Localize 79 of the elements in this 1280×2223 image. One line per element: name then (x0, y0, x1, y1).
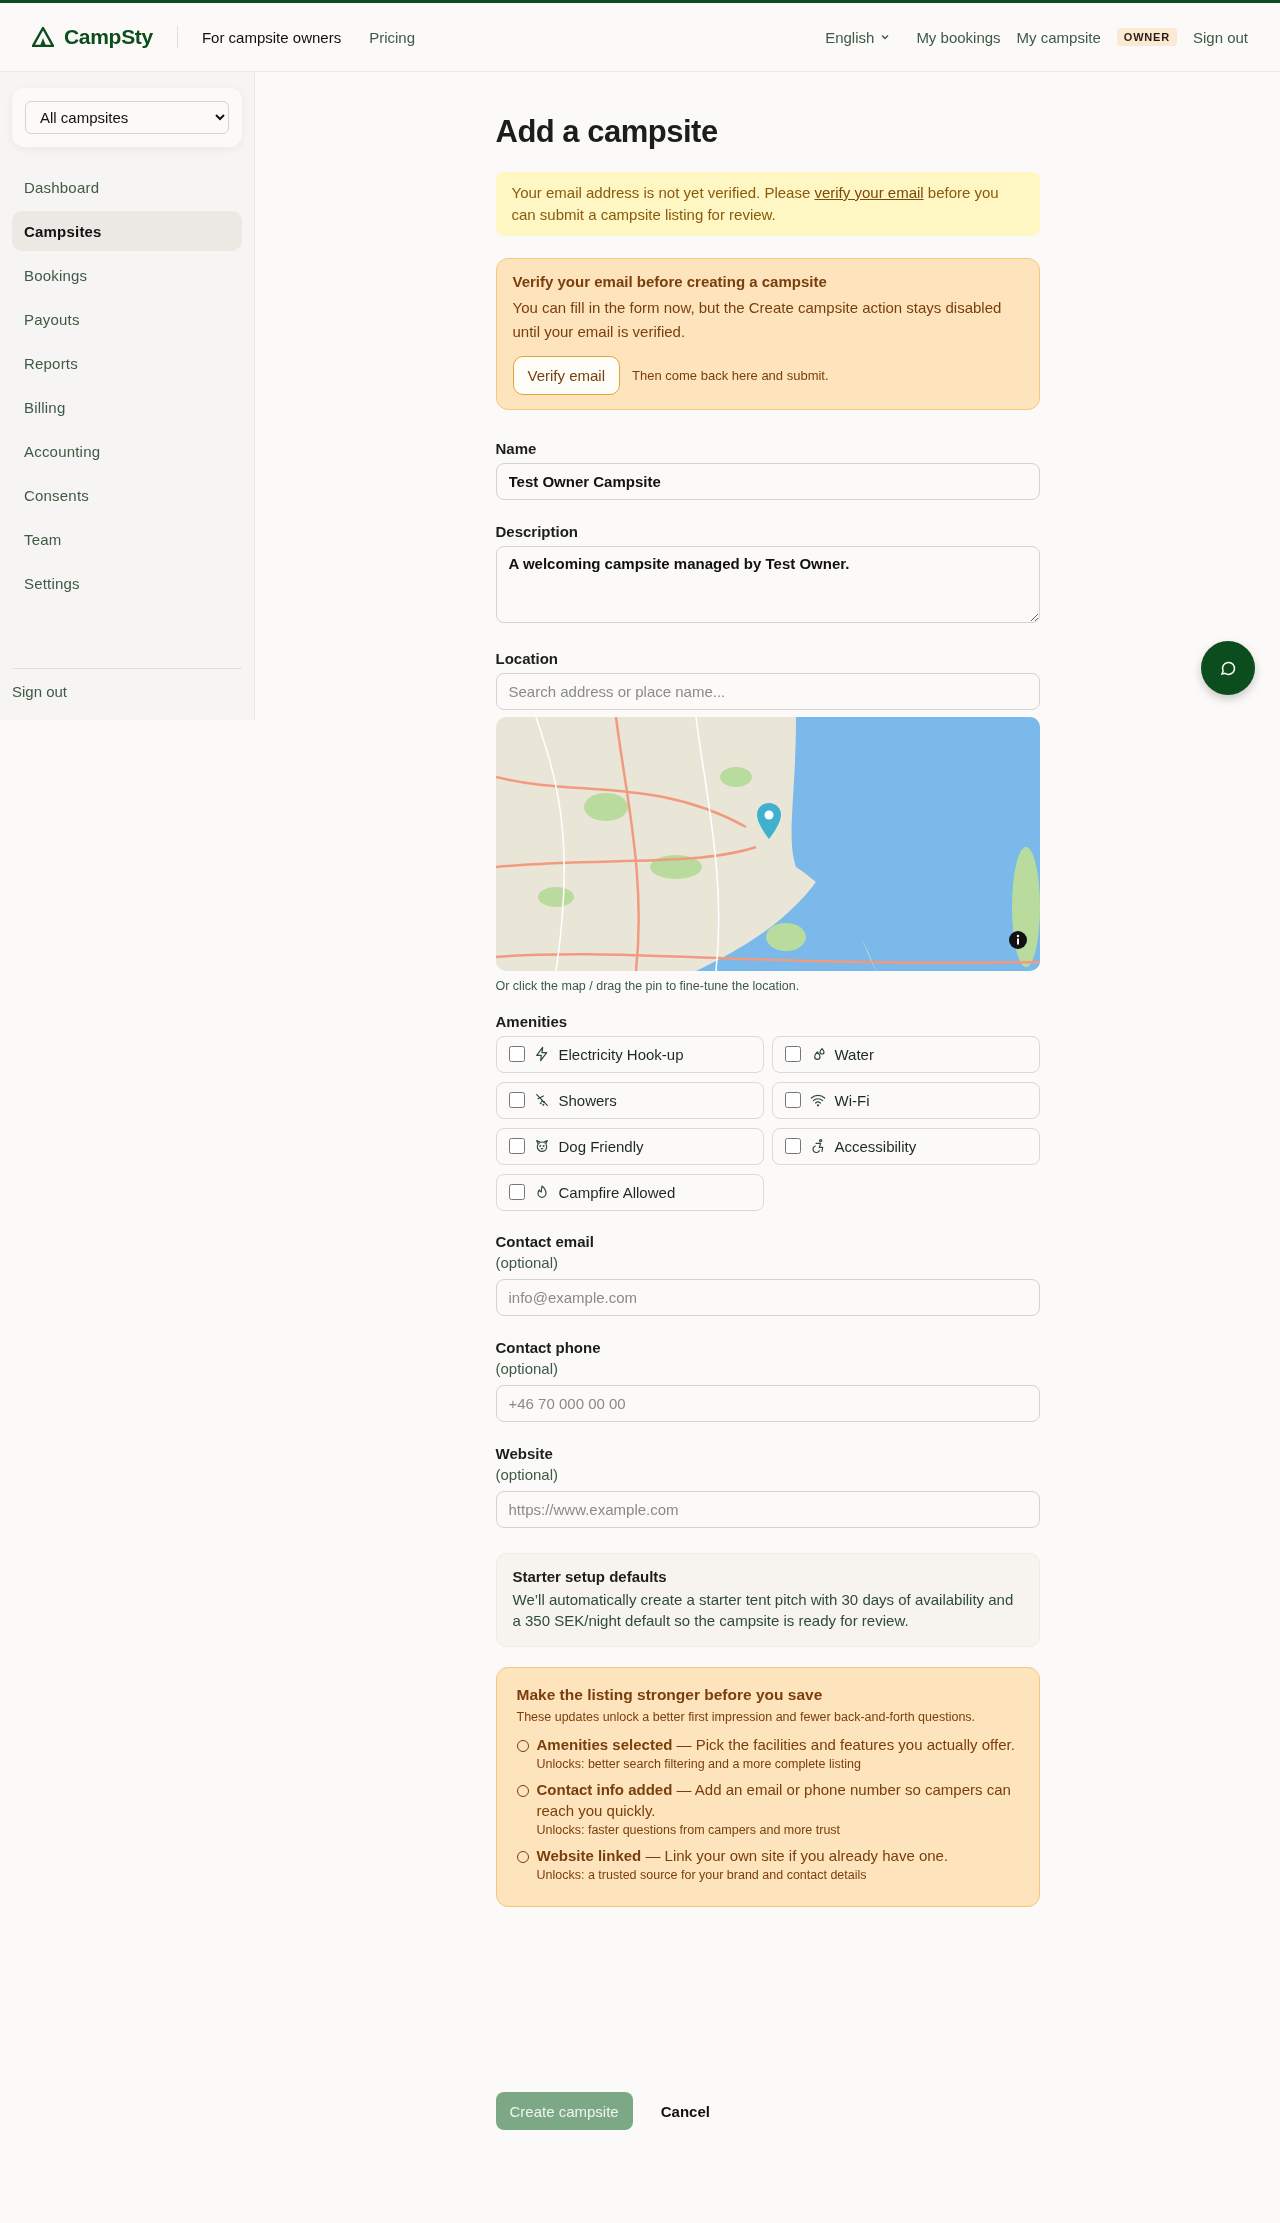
amenity-option[interactable]: Electricity Hook-up (495, 1035, 764, 1073)
amenity-option[interactable]: Water (771, 1035, 1040, 1073)
contact-input[interactable]: +46 70 000 00 00 (495, 1384, 1040, 1422)
verify-email-button[interactable]: Verify email (512, 355, 621, 395)
logo-text[interactable]: CampSty (64, 25, 153, 49)
nav-link[interactable]: My campsite (1016, 28, 1101, 46)
nav-link[interactable]: Pricing (369, 28, 415, 46)
amenity-checkbox[interactable] (784, 1092, 801, 1108)
notice-text: You can fill in the form now, but the Create campsite action stays disabled until your email is verified. (512, 297, 1003, 342)
amenity-checkbox[interactable] (508, 1184, 525, 1200)
tent-logo-icon (32, 27, 54, 47)
field-label: Website (495, 1444, 554, 1462)
amenity-checkbox[interactable] (508, 1046, 525, 1062)
sidebar-item[interactable]: Payouts (12, 299, 242, 339)
field-label: Contact email (495, 1232, 595, 1250)
sidebar-item[interactable]: Dashboard (12, 167, 242, 207)
tip-unlocks: Unlocks: faster questions from campers and more trust (536, 1823, 842, 1837)
amenity-checkbox[interactable] (784, 1138, 801, 1154)
optional-note: (optional) (495, 1359, 560, 1377)
map-pin-icon[interactable] (755, 801, 782, 840)
tip-text: Amenities selected — Pick the facilities and features you actually offer. (536, 1735, 1015, 1755)
name-input[interactable]: Test Owner Campsite (495, 462, 1040, 500)
notice-title: Verify your email before creating a campsite (512, 272, 828, 290)
sign-out-link[interactable]: Sign out (12, 679, 68, 704)
panel-subtitle: These updates unlock a better first impression and fewer back-and-forth questions. (516, 1710, 977, 1724)
sidebar-item[interactable]: Settings (12, 563, 242, 603)
lightning-icon (533, 1046, 550, 1062)
map-hint: Or click the map / drag the pin to fine-tune the location. (495, 978, 801, 993)
language-selector[interactable]: English (825, 28, 891, 46)
tip-text: Website linked — Link your own site if you already have one. (536, 1846, 949, 1866)
field-label: Description (495, 522, 579, 540)
field-label: Contact phone (495, 1338, 602, 1356)
amenity-checkbox[interactable] (784, 1046, 801, 1062)
sidebar-item[interactable]: Team (12, 519, 242, 559)
sidebar-item[interactable]: Bookings (12, 255, 242, 295)
optional-note: (optional) (495, 1465, 560, 1483)
tip-text: Contact info added — Add an email or phone number so campers can reach you quickly. (536, 1780, 1012, 1821)
nav-link[interactable]: My bookings (916, 28, 1001, 46)
email-alert: Your email address is not yet verified. Please verify your email before you can submit a campsite listing for review. (495, 172, 1040, 236)
field-label: Location (495, 649, 559, 667)
panel-title: Make the listing stronger before you save (516, 1686, 824, 1704)
amenity-checkbox[interactable] (508, 1092, 525, 1108)
verify-email-link[interactable]: verify your email (814, 184, 924, 201)
sidebar-item[interactable]: Campsites (12, 211, 242, 251)
tip-unlocks: Unlocks: a trusted source for your brand and contact details (536, 1868, 868, 1882)
chat-button[interactable] (1201, 641, 1255, 695)
cancel-link[interactable]: Cancel (660, 2102, 710, 2120)
sidebar-item[interactable]: Accounting (12, 431, 242, 471)
location-search-field[interactable]: Search address or place name... (495, 672, 1040, 710)
contact-input[interactable]: https://www.example.com (495, 1490, 1040, 1528)
amenity-option[interactable]: Wi-Fi (771, 1081, 1040, 1119)
amenity-checkbox[interactable] (508, 1138, 525, 1154)
panel-text: We’ll automatically create a starter tent pitch with 30 days of availability and a 350 SEK/night default so the campsite is ready for review. (512, 1589, 1015, 1632)
sign-out-link[interactable]: Sign out (1192, 28, 1248, 46)
chat-icon (1219, 659, 1237, 677)
panel-title: Starter setup defaults (512, 1567, 668, 1585)
sidebar-item[interactable]: Billing (12, 387, 242, 427)
accessibility-icon (809, 1138, 826, 1154)
amenity-option[interactable]: Showers (495, 1081, 764, 1119)
wifi-icon (809, 1092, 826, 1108)
notice-hint: Then come back here and submit. (632, 367, 829, 383)
sidebar-item[interactable]: Reports (12, 343, 242, 383)
field-label: Name (495, 439, 538, 457)
page-title: Add a campsite (495, 114, 719, 150)
optional-note: (optional) (495, 1253, 560, 1271)
amenity-option[interactable]: Campfire Allowed (495, 1173, 764, 1211)
dog-icon (533, 1138, 550, 1154)
amenity-option[interactable]: Dog Friendly (495, 1127, 764, 1165)
contact-input[interactable]: info@example.com (495, 1278, 1040, 1316)
field-label: Amenities (495, 1012, 569, 1030)
info-icon[interactable] (1007, 929, 1028, 950)
sidebar-item[interactable]: Consents (12, 475, 242, 515)
amenity-option[interactable]: Accessibility (771, 1127, 1040, 1165)
nav-link[interactable]: For campsite owners (201, 28, 342, 46)
caret-icon (880, 32, 891, 42)
campsite-select[interactable]: All campsites (25, 101, 229, 134)
description-input[interactable]: A welcoming campsite managed by Test Owner. (495, 545, 1040, 623)
tip-unlocks: Unlocks: better search filtering and a more complete listing (536, 1757, 862, 1771)
role-badge: OWNER (1116, 28, 1177, 46)
